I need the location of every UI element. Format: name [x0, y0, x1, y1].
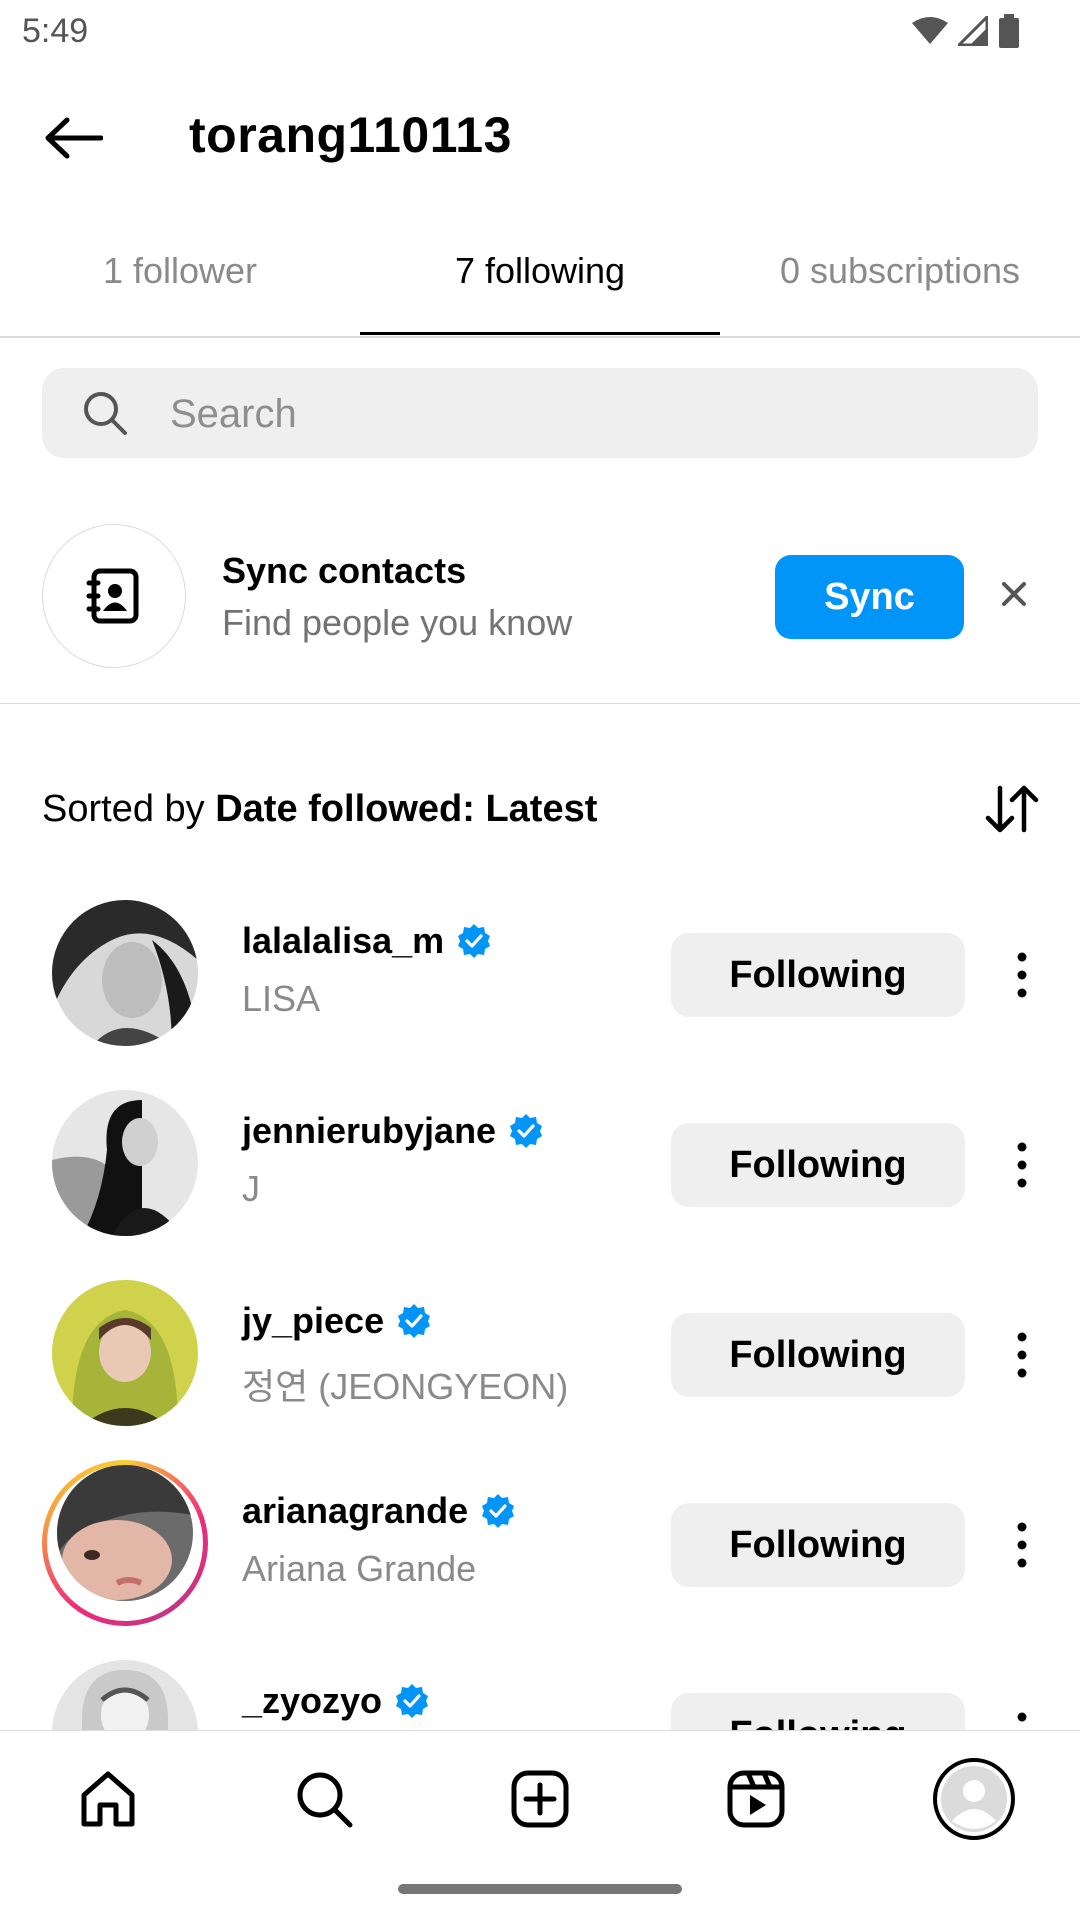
more-options-icon[interactable]: [1006, 1710, 1038, 1732]
more-options-icon[interactable]: [1006, 1520, 1038, 1570]
sync-button[interactable]: Sync: [775, 555, 964, 639]
sort-value: Date followed: Latest: [215, 788, 598, 830]
verified-badge-icon: [394, 1683, 430, 1719]
page-title: torang110113: [189, 107, 512, 163]
full-name: LISA: [242, 978, 321, 1019]
verified-badge-icon: [508, 1113, 544, 1149]
search-icon: [292, 1767, 356, 1836]
more-options-icon[interactable]: [1006, 950, 1038, 1000]
list-item[interactable]: _zyozyo Following: [0, 1660, 1080, 1732]
verified-badge-icon: [480, 1493, 516, 1529]
following-button[interactable]: Following: [671, 1123, 965, 1207]
following-button[interactable]: Following: [671, 1693, 965, 1732]
sync-contacts-card: Sync contacts Find people you know Sync: [0, 520, 1080, 704]
avatar[interactable]: [52, 900, 198, 1046]
tab-followers[interactable]: 1 follower: [0, 250, 360, 316]
tab-following[interactable]: 7 following: [360, 250, 720, 316]
tab-bar: 1 follower 7 following 0 subscriptions: [0, 230, 1080, 338]
screen: 5:49 torang110113 1 follower 7 following…: [0, 0, 1080, 1920]
avatar[interactable]: [52, 1090, 198, 1236]
list-item[interactable]: jennierubyjane J Following: [0, 1090, 1080, 1280]
contact-book-icon: [42, 524, 186, 668]
username[interactable]: arianagrande: [242, 1490, 516, 1532]
sort-arrows-icon[interactable]: [984, 782, 1040, 841]
list-item[interactable]: lalalalisa_m LISA Following: [0, 900, 1080, 1090]
home-icon: [76, 1767, 140, 1836]
sort-label[interactable]: Sorted by Date followed: Latest: [42, 788, 597, 831]
nav-home[interactable]: [68, 1761, 148, 1841]
sort-prefix: Sorted by: [42, 788, 205, 830]
battery-icon: [998, 14, 1020, 53]
reels-icon: [724, 1767, 788, 1836]
username[interactable]: jennierubyjane: [242, 1110, 544, 1152]
sync-contacts-title: Sync contacts: [222, 550, 467, 591]
sort-row: Sorted by Date followed: Latest: [0, 780, 1080, 840]
avatar[interactable]: [52, 1660, 198, 1732]
back-button[interactable]: [40, 110, 106, 170]
nav-create[interactable]: [500, 1761, 580, 1841]
nav-reels[interactable]: [716, 1761, 796, 1841]
sync-contacts-subtitle: Find people you know: [222, 602, 573, 643]
list-item[interactable]: jy_piece 정연 (JEONGYEON) Following: [0, 1280, 1080, 1470]
following-button[interactable]: Following: [671, 1313, 965, 1397]
tab-subscriptions[interactable]: 0 subscriptions: [720, 250, 1080, 316]
search-bar: [42, 368, 1038, 458]
verified-badge-icon: [396, 1303, 432, 1339]
wifi-icon: [912, 17, 948, 50]
close-icon[interactable]: [996, 576, 1032, 612]
verified-badge-icon: [456, 923, 492, 959]
more-options-icon[interactable]: [1006, 1330, 1038, 1380]
following-button[interactable]: Following: [671, 1503, 965, 1587]
create-icon: [508, 1767, 572, 1836]
following-button[interactable]: Following: [671, 933, 965, 1017]
active-tab-indicator: [360, 332, 720, 335]
status-icons: [912, 13, 1020, 53]
more-options-icon[interactable]: [1006, 1140, 1038, 1190]
full-name: 정연 (JEONGYEON): [242, 1366, 569, 1407]
avatar[interactable]: [57, 1465, 193, 1601]
full-name: J: [242, 1168, 260, 1209]
username[interactable]: _zyozyo: [242, 1680, 430, 1722]
search-icon: [82, 390, 128, 441]
full-name: Ariana Grande: [242, 1548, 477, 1589]
nav-search[interactable]: [284, 1761, 364, 1841]
status-bar: 5:49: [0, 0, 1080, 64]
avatar[interactable]: [52, 1280, 198, 1426]
username[interactable]: jy_piece: [242, 1300, 432, 1342]
home-indicator[interactable]: [398, 1884, 682, 1894]
following-list: lalalalisa_m LISA Following jennierubyja…: [0, 900, 1080, 1732]
bottom-nav: [0, 1730, 1080, 1861]
arrow-left-icon: [43, 116, 104, 165]
nav-profile[interactable]: [932, 1757, 1016, 1846]
signal-icon: [955, 13, 989, 51]
header: torang110113: [0, 90, 1080, 190]
status-time: 5:49: [22, 12, 89, 50]
profile-icon: [932, 1757, 1016, 1846]
list-item[interactable]: arianagrande Ariana Grande Following: [0, 1460, 1080, 1660]
username[interactable]: lalalalisa_m: [242, 920, 492, 962]
search-input[interactable]: [168, 378, 972, 450]
